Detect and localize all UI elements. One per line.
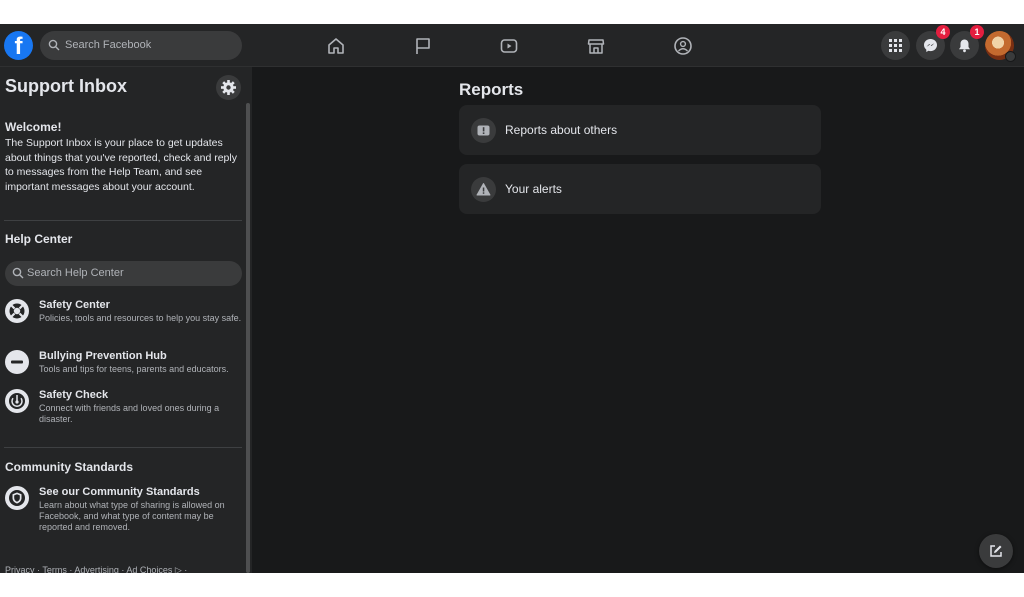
lifebuoy-icon xyxy=(5,299,29,323)
facebook-logo[interactable]: f xyxy=(4,31,33,60)
card-label: Reports about others xyxy=(505,123,618,137)
grid-menu-icon xyxy=(889,39,902,52)
flag-icon[interactable] xyxy=(413,36,433,56)
menu-button[interactable] xyxy=(881,31,910,60)
compose-icon xyxy=(990,545,1002,557)
chevron-down-icon xyxy=(1005,51,1016,62)
help-item-title: Safety Center xyxy=(39,299,110,311)
app-window: f Search Facebook 4 1 Support Inbox Welc… xyxy=(0,24,1024,573)
messenger-badge: 4 xyxy=(936,25,950,39)
community-item-title: See our Community Standards xyxy=(39,486,200,498)
community-item-desc: Learn about what type of sharing is allo… xyxy=(39,500,225,532)
welcome-heading: Welcome! xyxy=(5,120,62,134)
notifications-button[interactable]: 1 xyxy=(950,25,984,60)
messenger-button[interactable]: 4 xyxy=(916,25,950,60)
help-item-desc: Connect with friends and loved ones duri… xyxy=(39,403,220,424)
safety-check-icon xyxy=(5,389,29,413)
divider xyxy=(4,220,242,221)
search-icon xyxy=(48,39,60,51)
search-facebook-input[interactable]: Search Facebook xyxy=(40,31,242,60)
help-item-desc: Tools and tips for teens, parents and ed… xyxy=(39,364,229,374)
help-center-heading: Help Center xyxy=(5,232,73,246)
minus-circle-icon xyxy=(5,350,29,374)
help-item-desc: Policies, tools and resources to help yo… xyxy=(39,313,242,323)
gear-icon xyxy=(221,80,236,95)
report-icon xyxy=(471,118,496,143)
page-title: Support Inbox xyxy=(5,76,127,96)
settings-button[interactable] xyxy=(216,75,241,100)
card-label: Your alerts xyxy=(505,182,562,196)
warning-icon xyxy=(471,177,496,202)
help-item-title: Bullying Prevention Hub xyxy=(39,350,167,362)
help-search-placeholder: Search Help Center xyxy=(27,267,124,279)
support-inbox-sidebar: Support Inbox Welcome! The Support Inbox… xyxy=(0,67,252,573)
welcome-text: The Support Inbox is your place to get u… xyxy=(5,137,237,193)
search-icon xyxy=(12,267,24,279)
new-message-button[interactable] xyxy=(979,534,1013,568)
sidebar-scrollbar[interactable] xyxy=(246,103,250,573)
watch-icon[interactable] xyxy=(499,36,519,56)
marketplace-icon[interactable] xyxy=(586,36,606,56)
account-avatar[interactable] xyxy=(985,31,1016,62)
search-placeholder: Search Facebook xyxy=(65,39,152,51)
notifications-badge: 1 xyxy=(970,25,984,39)
search-help-center-input[interactable]: Search Help Center xyxy=(5,261,242,286)
help-item-title: Safety Check xyxy=(39,389,109,401)
footer-links[interactable]: Privacy · Terms · Advertising · Ad Choic… xyxy=(5,565,187,573)
shield-icon xyxy=(5,486,29,510)
messenger-icon xyxy=(924,39,937,52)
your-alerts-card[interactable]: Your alerts xyxy=(459,164,821,214)
reports-heading: Reports xyxy=(459,80,524,99)
community-standards-heading: Community Standards xyxy=(5,460,134,474)
groups-icon[interactable] xyxy=(673,36,693,56)
home-icon[interactable] xyxy=(326,36,346,56)
divider xyxy=(4,447,242,448)
top-navigation-bar: f Search Facebook 4 1 xyxy=(0,24,1024,67)
reports-about-others-card[interactable]: Reports about others xyxy=(459,105,821,155)
bell-icon xyxy=(959,39,970,53)
